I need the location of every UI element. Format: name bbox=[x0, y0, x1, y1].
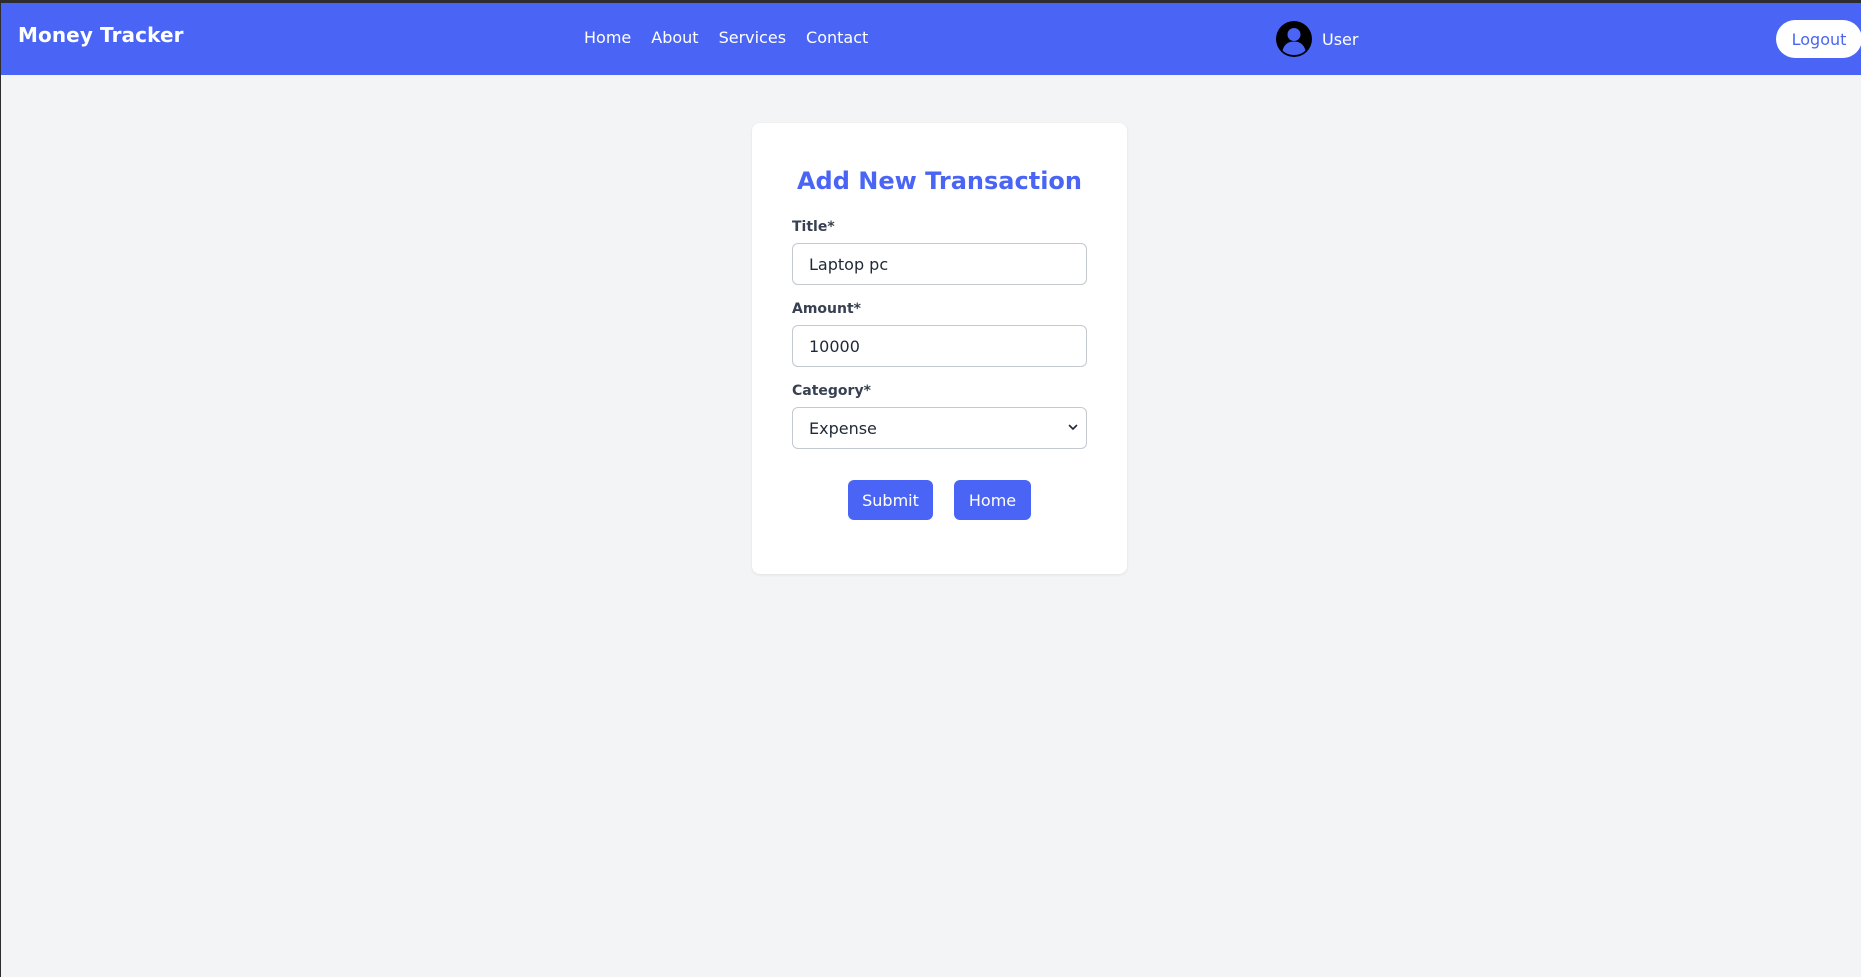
home-button[interactable]: Home bbox=[954, 480, 1031, 520]
submit-button[interactable]: Submit bbox=[848, 480, 933, 520]
title-input[interactable] bbox=[792, 243, 1087, 285]
top-navbar: Money Tracker Home About Services Contac… bbox=[1, 3, 1861, 75]
nav-link-services[interactable]: Services bbox=[719, 28, 786, 47]
nav-link-about[interactable]: About bbox=[651, 28, 698, 47]
brand-logo[interactable]: Money Tracker bbox=[18, 23, 184, 47]
user-name: User bbox=[1322, 29, 1359, 49]
add-transaction-card: Add New Transaction Title* Amount* Categ… bbox=[752, 123, 1127, 574]
user-menu[interactable]: User bbox=[1276, 21, 1358, 57]
category-label: Category* bbox=[792, 383, 871, 399]
amount-input[interactable] bbox=[792, 325, 1087, 367]
form-title: Add New Transaction bbox=[796, 167, 1082, 195]
nav-link-home[interactable]: Home bbox=[584, 28, 631, 47]
logout-button[interactable]: Logout bbox=[1776, 20, 1861, 58]
nav-link-contact[interactable]: Contact bbox=[806, 28, 868, 47]
category-select[interactable]: Expense bbox=[792, 407, 1087, 449]
nav-links: Home About Services Contact bbox=[584, 28, 868, 47]
user-circle-icon bbox=[1276, 21, 1312, 57]
title-label: Title* bbox=[792, 219, 835, 235]
amount-label: Amount* bbox=[792, 301, 861, 317]
